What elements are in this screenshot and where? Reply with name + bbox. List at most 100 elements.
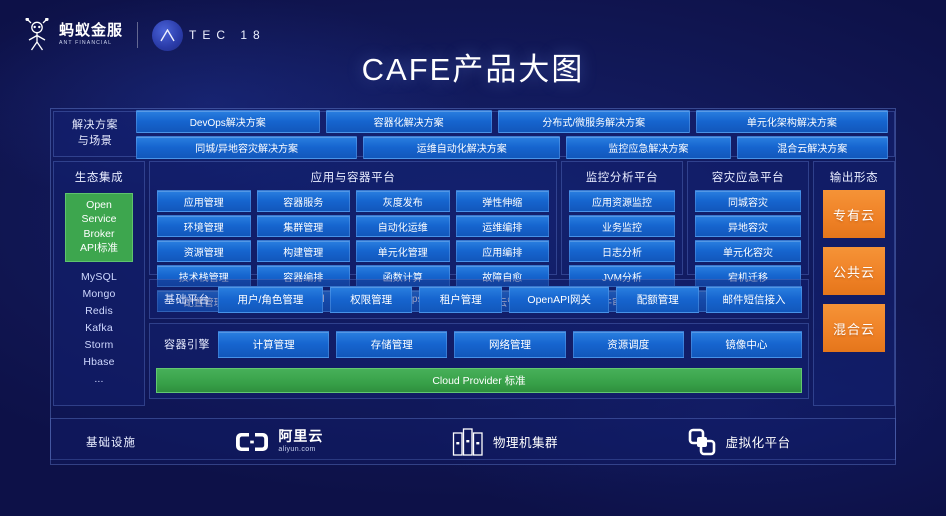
app-platform-cell[interactable]: 单元化管理 [356, 240, 450, 262]
app-platform-cell[interactable]: 运维编排 [455, 215, 549, 237]
ant-logo-cn: 蚂蚁金服 [59, 22, 124, 40]
solution-chip[interactable]: 单元化架构解决方案 [695, 109, 888, 133]
app-platform-cell[interactable]: 应用编排 [455, 240, 549, 262]
infrastructure-item-aliyun: 阿里云 aliyun.com [235, 429, 323, 453]
solution-chip[interactable]: 监控应急解决方案 [566, 135, 731, 159]
app-platform-cell[interactable]: 容器服务 [256, 190, 350, 212]
ecosystem-title: 生态集成 [74, 172, 124, 184]
ecosystem-list: MySQL Mongo Redis Kafka Storm Hbase ... [81, 269, 117, 388]
app-platform-cell[interactable]: 资源管理 [157, 240, 251, 262]
solution-chip[interactable]: 容器化解决方案 [325, 109, 492, 133]
solution-chip[interactable]: 同城/异地容灾解决方案 [136, 135, 358, 159]
dr-platform-cell[interactable]: 异地容灾 [695, 215, 801, 237]
base-platform-cell[interactable]: 配额管理 [616, 285, 700, 313]
base-platform-cell[interactable]: 邮件短信接入 [706, 285, 802, 313]
base-platform-cell[interactable]: OpenAPI网关 [509, 285, 610, 313]
base-platform-cell[interactable]: 用户/角色管理 [218, 285, 323, 313]
osb-line4: API标准 [80, 242, 118, 255]
output-form-title: 输出形态 [829, 172, 879, 184]
middle-region: 生态集成 Open Service Broker API标准 MySQL Mon… [53, 161, 895, 406]
osb-line1: Open [86, 199, 112, 211]
solutions-label: 解决方案 与场景 [54, 118, 136, 150]
aliyun-cn: 阿里云 [278, 428, 324, 445]
solutions-rows: DevOps解决方案 容器化解决方案 分布式/微服务解决方案 单元化架构解决方案… [136, 109, 894, 159]
aliyun-text: 阿里云 aliyun.com [278, 429, 323, 453]
solutions-label-line1: 解决方案 [72, 119, 118, 132]
ecosystem-item: Storm [84, 338, 114, 351]
output-box-hybrid-cloud[interactable]: 混合云 [823, 304, 885, 352]
atec-letters: TEC 18 [189, 28, 266, 42]
ecosystem-item: ... [94, 372, 104, 385]
dr-platform-cell[interactable]: 同城容灾 [695, 190, 801, 212]
solutions-band: 解决方案 与场景 DevOps解决方案 容器化解决方案 分布式/微服务解决方案 … [53, 109, 895, 159]
atec-a-icon [160, 28, 175, 41]
output-box-private-cloud[interactable]: 专有云 [823, 190, 885, 238]
ecosystem-item: Hbase [83, 355, 115, 368]
infrastructure-band: 基础设施 阿里云 aliyun.com 物理机集群 虚拟化平台 [50, 418, 896, 465]
container-engine-cell[interactable]: 资源调度 [572, 330, 684, 358]
base-platform-label: 基础平台 [164, 294, 210, 306]
osb-line2: Service [81, 213, 117, 226]
server-rack-icon [452, 427, 483, 456]
ecosystem-item: Redis [85, 304, 113, 317]
solution-chip[interactable]: 运维自动化解决方案 [363, 135, 561, 159]
dr-platform-title: 容灾应急平台 [711, 172, 785, 184]
app-container-platform-panel: 应用与容器平台 应用管理 容器服务 灰度发布 弹性伸缩 环境管理 集群管理 自动… [149, 161, 557, 312]
app-platform-title: 应用与容器平台 [310, 172, 396, 184]
disaster-recovery-platform-panel: 容灾应急平台 同城容灾 异地容灾 单元化容灾 宕机迁移 应急运维 [687, 161, 809, 312]
cloud-provider-bar: Cloud Provider 标准 [156, 368, 802, 393]
infrastructure-items: 阿里云 aliyun.com 物理机集群 虚拟化平台 [171, 427, 895, 457]
ecosystem-item: Mongo [82, 287, 116, 300]
app-platform-cell[interactable]: 集群管理 [256, 215, 350, 237]
virtualization-icon [688, 428, 715, 455]
platforms-row: 应用与容器平台 应用管理 容器服务 灰度发布 弹性伸缩 环境管理 集群管理 自动… [149, 161, 809, 312]
app-platform-cell[interactable]: 构建管理 [256, 240, 350, 262]
infrastructure-label: 基础设施 [86, 436, 136, 449]
osb-line3: Broker [83, 227, 115, 240]
app-platform-cell[interactable]: 自动化运维 [356, 215, 450, 237]
solutions-label-line2: 与场景 [77, 135, 113, 147]
monitor-platform-cell[interactable]: 应用资源监控 [569, 190, 675, 212]
monitor-platform-panel: 监控分析平台 应用资源监控 业务监控 日志分析 JVM分析 事件审计分析 [561, 161, 683, 312]
monitor-platform-cell[interactable]: 业务监控 [569, 215, 675, 237]
center-stack: 应用与容器平台 应用管理 容器服务 灰度发布 弹性伸缩 环境管理 集群管理 自动… [149, 161, 809, 406]
base-platform-band: 基础平台 用户/角色管理 权限管理 租户管理 OpenAPI网关 配额管理 邮件… [149, 279, 809, 319]
ecosystem-item: MySQL [80, 270, 117, 283]
solution-chip[interactable]: 混合云解决方案 [736, 135, 889, 159]
ecosystem-item: Kafka [85, 321, 113, 334]
base-platform-cell[interactable]: 租户管理 [419, 285, 503, 313]
solutions-row-1: DevOps解决方案 容器化解决方案 分布式/微服务解决方案 单元化架构解决方案 [136, 109, 888, 133]
diagram-frame: 解决方案 与场景 DevOps解决方案 容器化解决方案 分布式/微服务解决方案 … [50, 108, 896, 460]
ecosystem-panel: 生态集成 Open Service Broker API标准 MySQL Mon… [53, 161, 145, 406]
monitor-platform-cell[interactable]: 日志分析 [569, 240, 675, 262]
infrastructure-item-virtual: 虚拟化平台 [687, 427, 791, 457]
open-service-broker-box: Open Service Broker API标准 [65, 193, 133, 262]
solution-chip[interactable]: DevOps解决方案 [136, 109, 320, 133]
app-platform-cell[interactable]: 应用管理 [157, 190, 251, 212]
container-engine-band: 容器引擎 计算管理 存储管理 网络管理 资源调度 镜像中心 Cloud Prov… [149, 323, 809, 399]
solution-chip[interactable]: 分布式/微服务解决方案 [497, 109, 690, 133]
aliyun-logo-icon [236, 432, 269, 451]
base-platform-cell[interactable]: 权限管理 [329, 285, 413, 313]
infrastructure-item-physical: 物理机集群 [452, 427, 558, 457]
virtualization-platform-label: 虚拟化平台 [725, 436, 791, 450]
container-engine-cell[interactable]: 计算管理 [218, 330, 330, 358]
output-box-public-cloud[interactable]: 公共云 [823, 247, 885, 295]
container-engine-cell[interactable]: 网络管理 [454, 330, 566, 358]
aliyun-en: aliyun.com [278, 446, 316, 454]
app-platform-cell[interactable]: 环境管理 [157, 215, 251, 237]
page-title: CAFE产品大图 [361, 52, 585, 87]
container-engine-items: 计算管理 存储管理 网络管理 资源调度 镜像中心 [218, 330, 803, 358]
base-platform-items: 用户/角色管理 权限管理 租户管理 OpenAPI网关 配额管理 邮件短信接入 [218, 285, 802, 313]
container-engine-cell[interactable]: 存储管理 [336, 330, 448, 358]
physical-cluster-label: 物理机集群 [492, 436, 558, 450]
container-engine-cell[interactable]: 镜像中心 [690, 330, 803, 358]
container-engine-row: 容器引擎 计算管理 存储管理 网络管理 资源调度 镜像中心 [150, 324, 808, 364]
solutions-row-2: 同城/异地容灾解决方案 运维自动化解决方案 监控应急解决方案 混合云解决方案 [136, 135, 889, 159]
dr-platform-cell[interactable]: 单元化容灾 [695, 240, 801, 262]
output-form-panel: 输出形态 专有云 公共云 混合云 [813, 161, 895, 406]
app-platform-cell[interactable]: 弹性伸缩 [455, 190, 549, 212]
monitor-platform-title: 监控分析平台 [585, 172, 659, 184]
container-engine-label: 容器引擎 [164, 339, 210, 351]
app-platform-cell[interactable]: 灰度发布 [356, 190, 450, 212]
